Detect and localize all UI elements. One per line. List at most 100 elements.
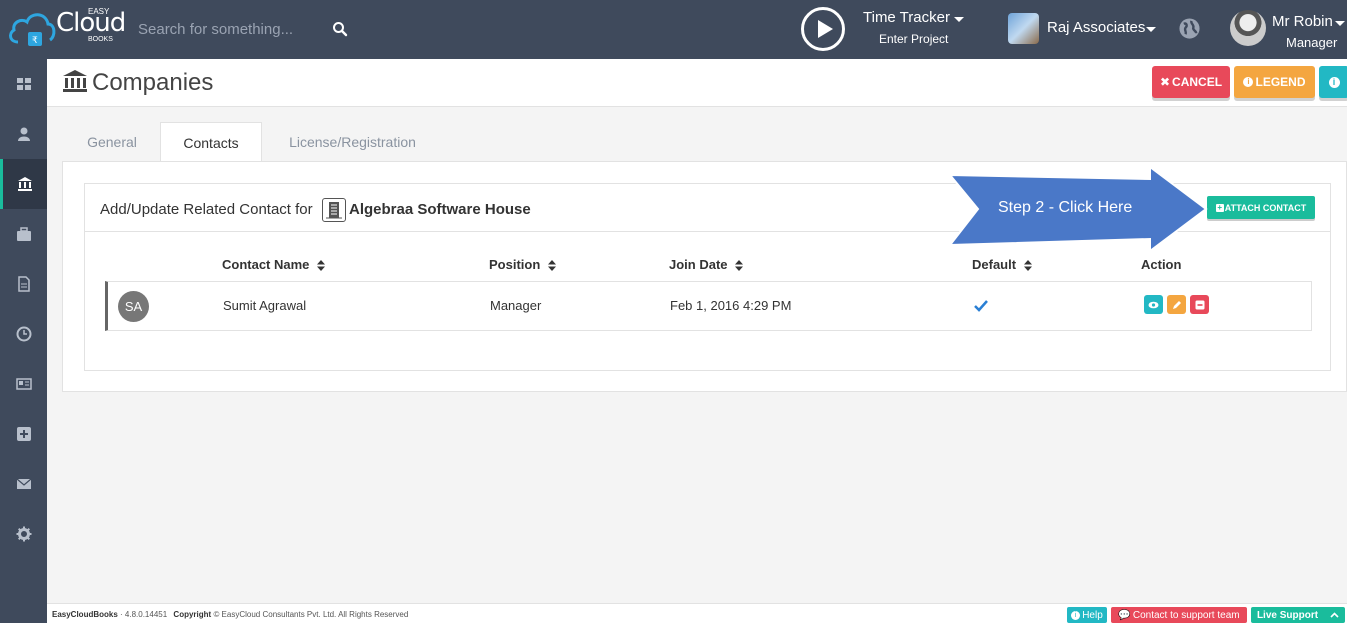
view-contact-button[interactable]	[1144, 295, 1163, 314]
eye-icon	[1148, 301, 1159, 308]
column-header-contact-name[interactable]: Contact Name	[222, 257, 326, 272]
minus-square-icon	[1195, 300, 1204, 309]
page-title: Companies	[92, 69, 214, 96]
time-tracker-project[interactable]: Enter Project	[879, 32, 948, 46]
card-title: Add/Update Related Contact for	[100, 201, 313, 218]
dashboard-icon	[16, 78, 31, 90]
footer-copyright-text: © EasyCloud Consultants Pvt. Ltd. All Ri…	[213, 610, 409, 619]
top-navbar: ₹ EASY Cloud BOOKS Search for something.…	[0, 0, 1347, 59]
plus-square-icon: +	[1215, 202, 1224, 212]
clock-icon	[16, 326, 31, 342]
app-logo[interactable]: ₹ EASY Cloud BOOKS	[8, 4, 126, 52]
attach-contact-label: ATTACH CONTACT	[1224, 202, 1307, 213]
chevron-up-icon	[1330, 612, 1339, 618]
bank-icon	[63, 70, 87, 92]
column-header-default[interactable]: Default	[972, 257, 1032, 272]
document-icon	[17, 276, 30, 292]
attach-contact-button[interactable]: + ATTACH CONTACT	[1207, 196, 1315, 219]
column-header-label: Join Date	[669, 257, 728, 272]
tab-bar: General Contacts License/Registration	[62, 122, 1347, 162]
search-icon[interactable]	[332, 21, 348, 37]
globe-icon[interactable]	[1178, 17, 1201, 40]
page-header: Companies ✖ CANCEL i LEGEND i	[47, 59, 1347, 107]
live-support-button[interactable]: Live Support	[1251, 607, 1345, 623]
envelope-icon	[16, 478, 31, 489]
time-tracker-title[interactable]: Time Tracker	[863, 9, 950, 26]
help-button-label: Help	[1082, 609, 1103, 621]
avatar: SA	[118, 291, 149, 322]
content-area: General Contacts License/Registration Ad…	[62, 122, 1347, 392]
svg-text:₹: ₹	[32, 36, 38, 46]
info-circle-icon: i	[1328, 76, 1340, 88]
logo-text: Cloud	[56, 8, 126, 38]
tab-general[interactable]: General	[62, 122, 162, 162]
column-header-label: Position	[489, 257, 541, 272]
contact-support-label: Contact to support team	[1132, 609, 1240, 621]
column-header-position[interactable]: Position	[489, 257, 556, 272]
plus-square-icon	[16, 427, 31, 441]
play-icon[interactable]	[801, 7, 845, 51]
tab-license-registration[interactable]: License/Registration	[265, 122, 440, 162]
newspaper-icon	[15, 378, 32, 390]
cancel-button-label: CANCEL	[1172, 75, 1223, 89]
legend-button[interactable]: i LEGEND	[1234, 66, 1315, 98]
remove-contact-button[interactable]	[1190, 295, 1209, 314]
info-circle-icon: i	[1243, 77, 1254, 87]
sidebar-item-briefcase[interactable]	[0, 209, 47, 259]
user-name[interactable]: Mr Robin	[1272, 13, 1333, 30]
building-icon	[322, 198, 346, 222]
sidebar-item-companies[interactable]	[0, 159, 47, 209]
contact-name-cell: Sumit Agrawal	[223, 298, 307, 313]
info-button[interactable]: i	[1319, 66, 1347, 98]
sidebar-item-news[interactable]	[0, 359, 47, 409]
sidebar-item-dashboard[interactable]	[0, 59, 47, 109]
sidebar-item-settings[interactable]	[0, 509, 47, 559]
cancel-button[interactable]: ✖ CANCEL	[1152, 66, 1230, 98]
logo-books-text: BOOKS	[88, 36, 113, 43]
table-row: SA Sumit Agrawal Manager Feb 1, 2016 4:2…	[105, 281, 1312, 331]
info-circle-icon: i	[1071, 610, 1081, 620]
pencil-icon	[1172, 300, 1181, 309]
footer-copyright: EasyCloudBooks · 4.8.0.14451 Copyright ©…	[52, 610, 408, 619]
sidebar-item-time[interactable]	[0, 309, 47, 359]
user-role: Manager	[1286, 35, 1338, 50]
briefcase-icon	[16, 227, 31, 241]
caret-down-icon[interactable]	[1146, 27, 1156, 32]
contact-support-button[interactable]: 💬 Contact to support team	[1111, 607, 1247, 623]
step-callout-text: Step 2 - Click Here	[998, 199, 1133, 216]
gear-icon	[16, 526, 31, 542]
sidebar-item-documents[interactable]	[0, 259, 47, 309]
sort-icon	[1023, 260, 1032, 272]
avatar[interactable]	[1230, 10, 1266, 46]
comment-icon: 💬	[1118, 609, 1131, 621]
cloud-logo-icon: ₹	[9, 13, 56, 46]
column-header-join-date[interactable]: Join Date	[669, 257, 744, 272]
footer-app-name: EasyCloudBooks	[52, 610, 118, 619]
sidebar-item-user[interactable]	[0, 109, 47, 159]
edit-contact-button[interactable]	[1167, 295, 1186, 314]
column-header-label: Default	[972, 257, 1017, 272]
search-input[interactable]: Search for something...	[138, 21, 293, 38]
close-icon: ✖	[1159, 75, 1171, 89]
sort-icon	[317, 260, 326, 272]
sidebar-item-add[interactable]	[0, 409, 47, 459]
column-header-action: Action	[1141, 257, 1181, 272]
column-header-label: Contact Name	[222, 257, 310, 272]
position-cell: Manager	[490, 298, 542, 313]
caret-down-icon[interactable]	[954, 17, 964, 22]
sidebar-item-mail[interactable]	[0, 459, 47, 509]
live-support-label: Live Support	[1256, 609, 1319, 621]
tab-contacts[interactable]: Contacts	[160, 122, 262, 162]
sort-icon	[547, 260, 556, 272]
help-button[interactable]: i Help	[1067, 607, 1107, 623]
bank-icon	[18, 177, 32, 191]
legend-button-label: LEGEND	[1255, 75, 1306, 89]
checkmark-icon	[974, 300, 988, 312]
company-avatar[interactable]	[1008, 13, 1039, 44]
column-header-label: Action	[1141, 257, 1182, 272]
sort-icon	[735, 260, 744, 272]
company-switcher[interactable]: Raj Associates	[1047, 19, 1145, 36]
caret-down-icon[interactable]	[1335, 21, 1345, 26]
footer-copyright-label: Copyright	[173, 610, 212, 619]
join-date-cell: Feb 1, 2016 4:29 PM	[670, 298, 792, 313]
